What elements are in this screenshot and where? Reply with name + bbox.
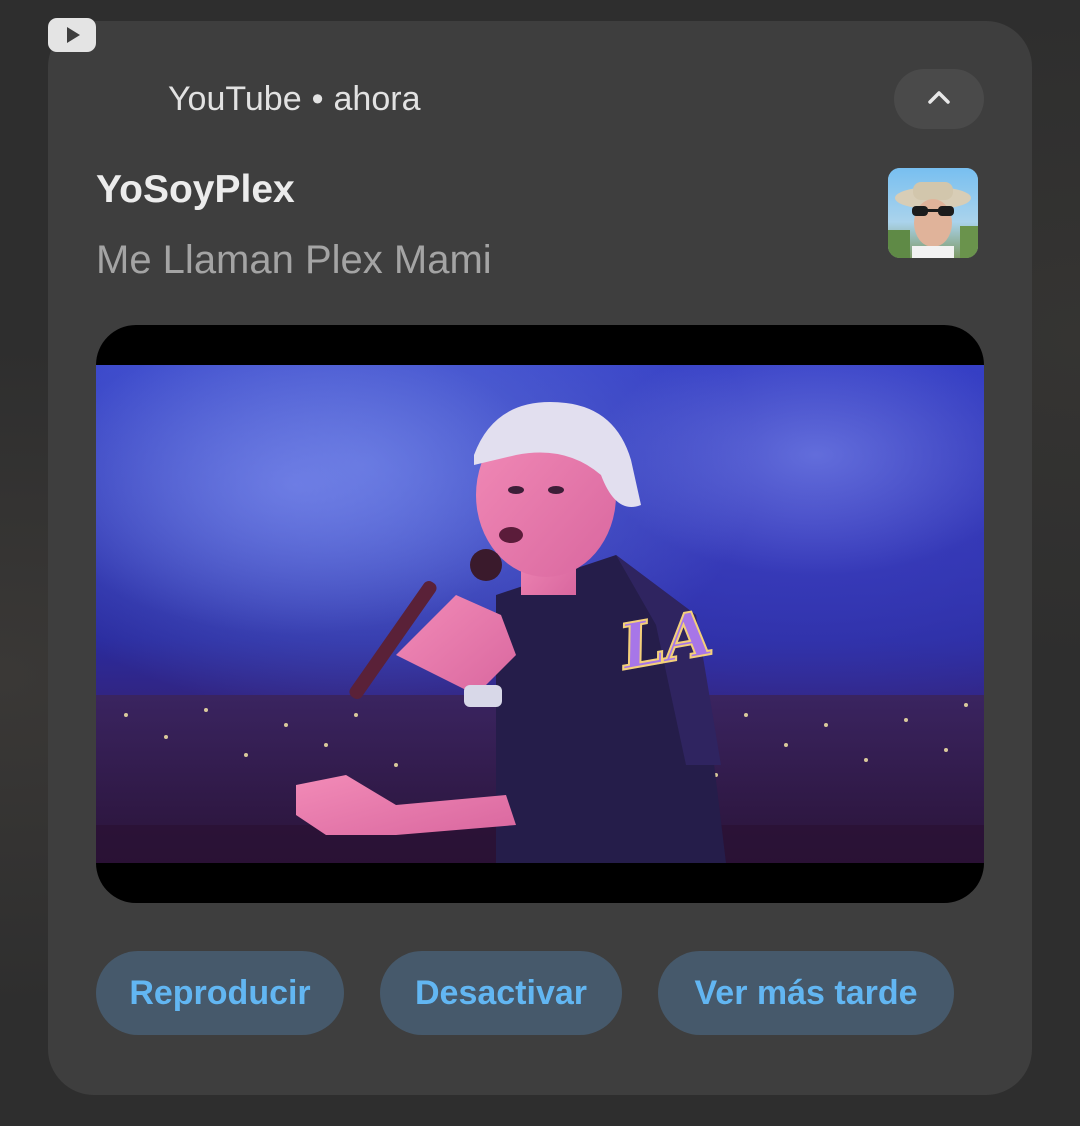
separator-dot: • [311, 80, 324, 118]
video-thumbnail[interactable]: LA [96, 325, 984, 903]
watch-later-button[interactable]: Ver más tarde [658, 951, 954, 1035]
disable-button[interactable]: Desactivar [380, 951, 622, 1035]
notification-header: YouTube • ahora [168, 78, 420, 120]
video-frame: LA [96, 365, 984, 863]
chevron-up-icon [926, 88, 952, 111]
notification-title: YoSoyPlex [96, 168, 295, 211]
channel-avatar [888, 168, 978, 258]
play-button[interactable]: Reproducir [96, 951, 344, 1035]
youtube-icon [48, 18, 96, 52]
collapse-button[interactable] [894, 69, 984, 129]
notification-text: Me Llaman Plex Mami [96, 238, 492, 282]
notification-time: ahora [333, 80, 421, 118]
app-name: YouTube [168, 80, 302, 118]
